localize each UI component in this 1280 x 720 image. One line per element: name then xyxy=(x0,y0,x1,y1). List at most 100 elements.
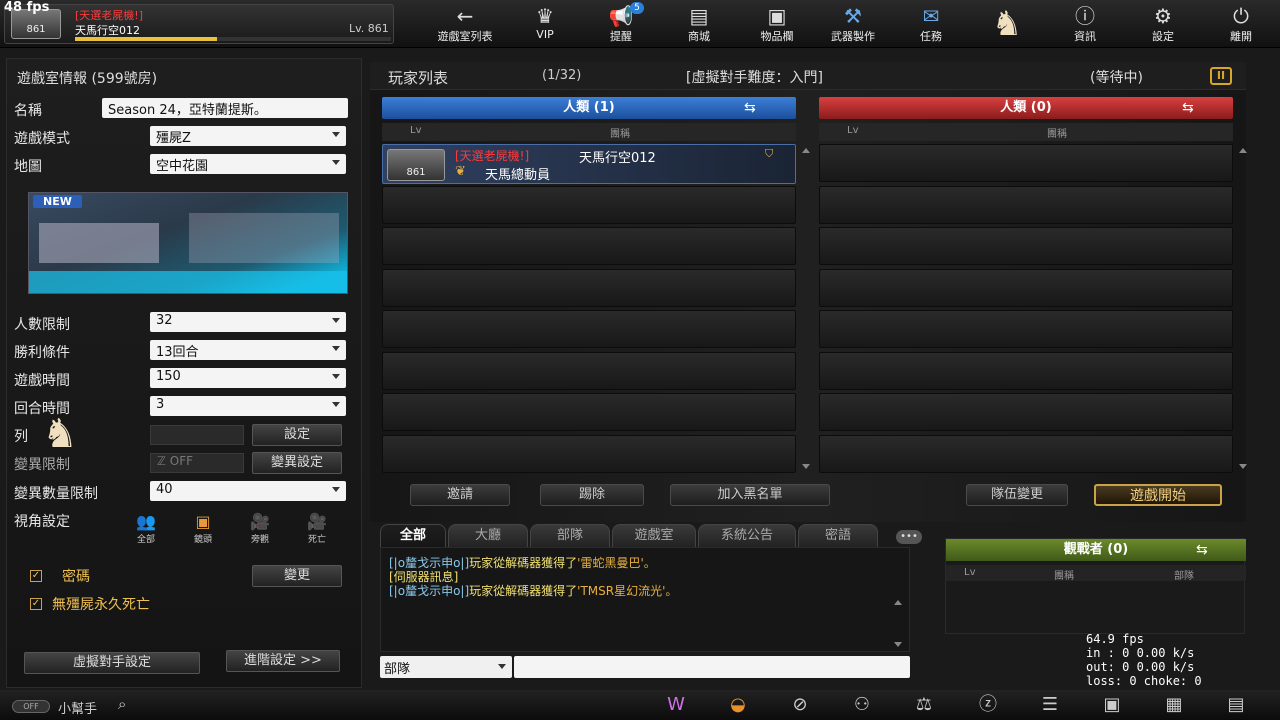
film-icon[interactable]: ▤ xyxy=(1219,692,1253,718)
round-select[interactable]: 3 xyxy=(150,396,346,416)
nav-label: 商城 xyxy=(688,30,710,43)
chat-tab[interactable]: 遊戲室 xyxy=(612,524,696,548)
swap-team-icon[interactable]: ⇆ xyxy=(1196,542,1208,558)
calendar-icon[interactable]: ▦ xyxy=(1157,692,1191,718)
set-button[interactable]: 設定 xyxy=(252,424,342,446)
chat-tab[interactable]: 大廳 xyxy=(448,524,528,548)
chat-text: 玩家從解碼器獲得了 xyxy=(469,556,578,570)
mutation-count-select[interactable]: 40 xyxy=(150,481,346,501)
players-select[interactable]: 32 xyxy=(150,312,346,332)
empty-slot[interactable] xyxy=(819,144,1233,182)
map-label: 地圖 xyxy=(14,159,42,175)
room-name-input[interactable]: Season 24，亞特蘭提斯。 xyxy=(102,98,348,118)
checklist-icon[interactable]: ☰ xyxy=(1033,692,1067,718)
photo-icon[interactable]: ▣ xyxy=(1095,692,1129,718)
empty-slot[interactable] xyxy=(819,268,1233,307)
nav-button-mission[interactable]: ✉ 任務 xyxy=(900,4,962,46)
invite-button[interactable]: 邀請 xyxy=(410,484,510,506)
nav-button-info[interactable]: ⓘ 資訊 xyxy=(1054,4,1116,46)
empty-slot[interactable] xyxy=(819,310,1233,348)
search-icon[interactable]: ⌕ xyxy=(118,695,126,713)
empty-slot[interactable] xyxy=(819,351,1233,390)
empty-slot[interactable] xyxy=(382,351,796,390)
swap-team-icon[interactable]: ⇆ xyxy=(1182,100,1228,116)
nav-label: 物品欄 xyxy=(760,30,794,43)
mutation-toggle[interactable]: ℤ OFF xyxy=(150,453,244,473)
scroll-down-icon[interactable] xyxy=(1239,464,1247,469)
runner-icon[interactable]: ⚇ xyxy=(845,692,879,718)
mode-select[interactable]: 殭屍Z xyxy=(150,126,346,146)
empty-slot[interactable] xyxy=(819,434,1233,473)
player-count: (1/32) xyxy=(542,68,582,83)
empty-slot[interactable] xyxy=(382,227,796,265)
chat-tab[interactable]: 密語 xyxy=(798,524,878,548)
no-zombie-checkbox[interactable]: ✓ xyxy=(30,598,42,610)
bot-settings-button[interactable]: 虛擬對手設定 xyxy=(24,652,200,674)
nav-button-crown[interactable]: ♛ VIP xyxy=(514,4,576,46)
nav-button-gear[interactable]: ⚙ 設定 xyxy=(1132,4,1194,46)
nav-button-megaphone[interactable]: 📢 提醒 5 xyxy=(590,2,652,46)
scroll-up-icon[interactable] xyxy=(1239,148,1247,153)
chat-tab[interactable]: 部隊 xyxy=(530,524,610,548)
mutation-settings-button[interactable]: 變異設定 xyxy=(252,452,342,474)
nav-button-power[interactable]: ⏻ 離開 xyxy=(1210,4,1272,46)
nav-button-horse-mascot[interactable]: ♞ xyxy=(976,4,1038,46)
chat-tab[interactable]: 全部 xyxy=(380,524,446,548)
view-option-0[interactable]: 👥 全部 xyxy=(126,512,166,545)
empty-slot[interactable] xyxy=(819,393,1233,431)
helper-toggle[interactable]: OFF xyxy=(12,700,50,713)
start-game-button[interactable]: 遊戲開始 xyxy=(1094,484,1222,506)
map-select[interactable]: 空中花園 xyxy=(150,154,346,174)
view-option-2[interactable]: 🎥 旁觀 xyxy=(240,512,280,545)
player-row[interactable]: 861 [天選老屍機!] 天馬行空012 ❦ 天馬總動員 ⛉ xyxy=(382,144,796,184)
pause-icon[interactable]: II xyxy=(1210,67,1232,85)
chat-input[interactable] xyxy=(514,656,910,678)
view-option-label: 全部 xyxy=(136,535,155,545)
chevron-down-icon xyxy=(332,487,340,492)
empty-slot[interactable] xyxy=(382,434,796,473)
map-preview-image[interactable]: NEW xyxy=(28,192,348,294)
scale-icon[interactable]: ⚖ xyxy=(907,692,941,718)
password-checkbox[interactable]: ✓ xyxy=(30,570,42,582)
nav-button-back-arrow[interactable]: ← 遊戲室列表 xyxy=(434,4,496,46)
blacklist-button[interactable]: 加入黑名單 xyxy=(670,484,830,506)
chat-channel-select[interactable]: 部隊 xyxy=(380,656,512,678)
view-option-1[interactable]: ▣ 鏡頭 xyxy=(183,512,223,545)
advanced-settings-button[interactable]: 進階設定 >> xyxy=(226,650,340,672)
chat-tab[interactable]: 系統公告 xyxy=(698,524,796,548)
kick-button[interactable]: 踢除 xyxy=(540,484,644,506)
weapon-w-icon[interactable]: W xyxy=(659,692,693,718)
team-right-columns: Lv 團稱 xyxy=(819,123,1233,141)
gear-icon: ⚙ xyxy=(1154,4,1172,28)
exp-bar-fill xyxy=(75,37,218,41)
burger-icon[interactable]: ◒ xyxy=(721,692,755,718)
nav-button-shop[interactable]: ▤ 商城 xyxy=(668,4,730,46)
row9-label: 列 xyxy=(14,429,28,445)
win-select[interactable]: 13回合 xyxy=(150,340,346,360)
empty-slot[interactable] xyxy=(382,268,796,307)
scroll-up-icon[interactable] xyxy=(894,600,902,605)
player-profile[interactable]: 861 [天選老屍機!] 天馬行空012 Lv. 861 xyxy=(4,4,394,44)
empty-slot[interactable] xyxy=(382,185,796,224)
scroll-down-icon[interactable] xyxy=(894,642,902,647)
empty-slot[interactable] xyxy=(382,393,796,431)
nav-label: 遊戲室列表 xyxy=(437,30,493,43)
empty-slot[interactable] xyxy=(819,227,1233,265)
chat-bubble-icon[interactable]: ••• xyxy=(896,530,922,544)
team-change-button[interactable]: 隊伍變更 xyxy=(966,484,1068,506)
scroll-up-icon[interactable] xyxy=(802,148,810,153)
scroll-down-icon[interactable] xyxy=(802,464,810,469)
z-coin-icon[interactable]: ⓩ xyxy=(971,692,1005,718)
empty-slot[interactable] xyxy=(382,310,796,348)
player-level: Lv. 861 xyxy=(349,22,389,35)
view-option-3[interactable]: 🎥 死亡 xyxy=(297,512,337,545)
compass-icon[interactable]: ⊘ xyxy=(783,692,817,718)
nav-button-weapon[interactable]: ⚒ 武器製作 xyxy=(822,4,884,46)
nav-button-bag[interactable]: ▣ 物品欄 xyxy=(746,4,808,46)
change-button[interactable]: 變更 xyxy=(252,565,342,587)
row9-field[interactable] xyxy=(150,425,244,445)
time-select[interactable]: 150 xyxy=(150,368,346,388)
empty-slot[interactable] xyxy=(819,185,1233,224)
player-name: 天馬行空012 xyxy=(75,24,140,37)
swap-team-icon[interactable]: ⇆ xyxy=(744,100,790,116)
